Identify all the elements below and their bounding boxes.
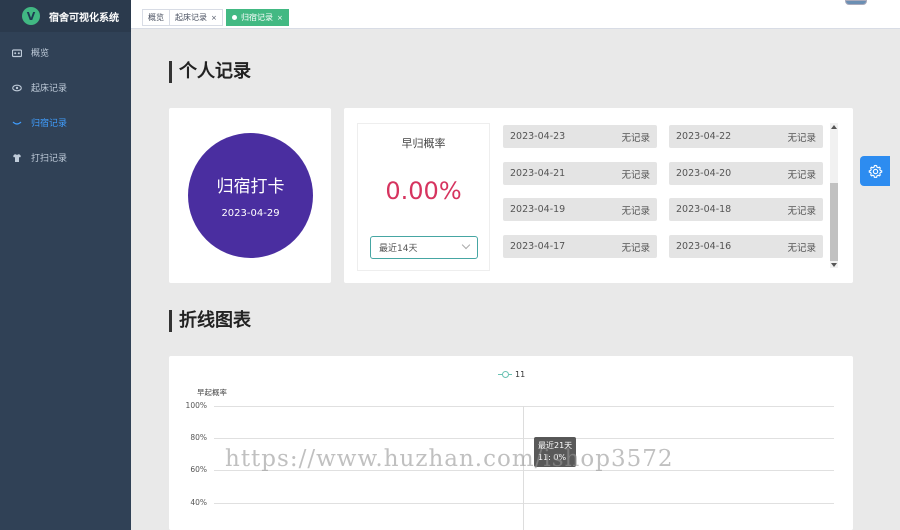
range-select-value: 最近14天 xyxy=(379,244,418,254)
legend-series-name: 11 xyxy=(515,370,526,379)
settings-button[interactable] xyxy=(860,156,890,186)
record-status: 无记录 xyxy=(621,205,650,217)
record-date: 2023-04-18 xyxy=(676,204,732,215)
tab-return[interactable]: 归宿记录 × xyxy=(226,9,289,26)
record-item: 2023-04-20 无记录 xyxy=(669,162,823,185)
gridline xyxy=(214,406,834,407)
record-item: 2023-04-23 无记录 xyxy=(503,125,657,148)
record-item: 2023-04-19 无记录 xyxy=(503,198,657,221)
checkin-date: 2023-04-29 xyxy=(221,208,280,219)
record-date: 2023-04-19 xyxy=(510,204,566,215)
chart-legend[interactable]: 11 xyxy=(498,370,525,379)
scroll-down-icon[interactable] xyxy=(831,263,837,267)
record-status: 无记录 xyxy=(621,132,650,144)
section-title-line: 折线图表 xyxy=(169,310,251,332)
record-date: 2023-04-20 xyxy=(676,168,732,179)
record-status: 无记录 xyxy=(787,242,816,254)
rate-panel: 早归概率 0.00% 最近14天 xyxy=(357,123,490,271)
tshirt-icon xyxy=(12,153,22,163)
sidebar-item-overview[interactable]: 概览 xyxy=(0,35,131,70)
checkin-button[interactable]: 归宿打卡 2023-04-29 xyxy=(188,133,313,258)
brand: V 宿舍可视化系统 xyxy=(0,0,131,32)
moon-icon xyxy=(12,118,22,128)
tab-wakeup[interactable]: 起床记录 × xyxy=(169,9,223,26)
record-item: 2023-04-21 无记录 xyxy=(503,162,657,185)
gridline xyxy=(214,503,834,504)
record-date: 2023-04-16 xyxy=(676,241,732,252)
record-date: 2023-04-22 xyxy=(676,131,732,142)
record-item: 2023-04-17 无记录 xyxy=(503,235,657,258)
sidebar-item-label: 起床记录 xyxy=(31,84,68,94)
record-item: 2023-04-22 无记录 xyxy=(669,125,823,148)
chevron-down-icon xyxy=(461,240,471,250)
record-date: 2023-04-21 xyxy=(510,168,566,179)
watermark-text: https://www.huzhan.com/ishop3572 xyxy=(225,446,674,472)
scrollbar-thumb[interactable] xyxy=(830,183,838,261)
tab-label: 起床记录 xyxy=(175,13,207,22)
record-status: 无记录 xyxy=(621,242,650,254)
close-icon[interactable]: × xyxy=(211,14,217,22)
legend-line-icon xyxy=(498,370,512,379)
record-item: 2023-04-18 无记录 xyxy=(669,198,823,221)
record-date: 2023-04-23 xyxy=(510,131,566,142)
record-status: 无记录 xyxy=(787,205,816,217)
checkin-card: 归宿打卡 2023-04-29 xyxy=(169,108,331,283)
tags-view: 概览 起床记录 × 归宿记录 × xyxy=(131,0,900,29)
record-status: 无记录 xyxy=(787,169,816,181)
record-status: 无记录 xyxy=(621,169,650,181)
sidebar-item-label: 归宿记录 xyxy=(31,119,68,129)
gear-icon xyxy=(868,164,882,178)
chart-card: 11 早起概率 100% 80% 60% 40% 最近21天 11: 0% xyxy=(169,356,853,530)
avatar[interactable] xyxy=(845,0,867,5)
active-dot-icon xyxy=(232,15,237,20)
y-tick-label: 40% xyxy=(190,498,207,507)
sidebar-item-return[interactable]: 归宿记录 xyxy=(0,105,131,140)
rate-title: 早归概率 xyxy=(401,137,446,150)
section-title-personal: 个人记录 xyxy=(169,61,251,83)
y-tick-label: 60% xyxy=(190,465,207,474)
tab-label: 归宿记录 xyxy=(241,13,273,22)
tab-label: 概览 xyxy=(148,13,164,22)
sidebar: V 宿舍可视化系统 概览 起床记录 归宿记录 打扫记录 xyxy=(0,0,131,530)
vue-logo-icon: V xyxy=(22,7,40,25)
sidebar-item-wakeup[interactable]: 起床记录 xyxy=(0,70,131,105)
record-item: 2023-04-16 无记录 xyxy=(669,235,823,258)
tab-overview[interactable]: 概览 xyxy=(142,9,170,26)
checkin-label: 归宿打卡 xyxy=(216,177,285,197)
eye-icon xyxy=(12,83,22,93)
sidebar-item-label: 打扫记录 xyxy=(31,154,68,164)
scroll-up-icon[interactable] xyxy=(831,125,837,129)
rate-value: 0.00% xyxy=(385,177,462,205)
sidebar-item-cleaning[interactable]: 打扫记录 xyxy=(0,140,131,175)
y-tick-label: 100% xyxy=(185,401,207,410)
record-status: 无记录 xyxy=(787,132,816,144)
y-axis-label: 早起概率 xyxy=(197,388,227,397)
gridline xyxy=(214,438,834,439)
record-date: 2023-04-17 xyxy=(510,241,566,252)
scrollbar[interactable] xyxy=(830,123,838,268)
close-icon[interactable]: × xyxy=(277,14,283,22)
records-card: 早归概率 0.00% 最近14天 2023-04-23 无记录 2023-04-… xyxy=(344,108,853,283)
y-tick-label: 80% xyxy=(190,433,207,442)
app-title: 宿舍可视化系统 xyxy=(49,12,119,24)
dashboard-icon xyxy=(11,48,23,58)
range-select[interactable]: 最近14天 xyxy=(370,236,478,259)
sidebar-item-label: 概览 xyxy=(31,49,50,59)
